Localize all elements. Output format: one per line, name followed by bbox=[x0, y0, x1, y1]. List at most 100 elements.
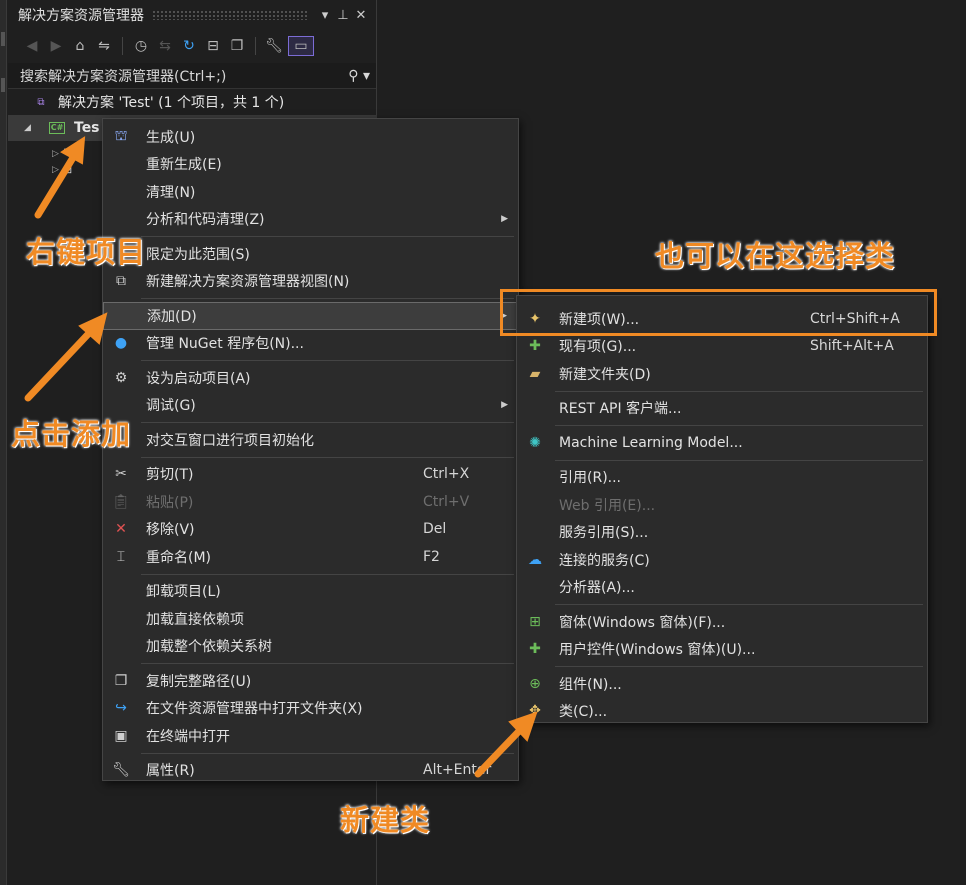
search-input[interactable]: 搜索解决方案资源管理器(Ctrl+;) bbox=[20, 66, 348, 86]
menu-item-rebuild[interactable]: 重新生成(E) bbox=[103, 151, 518, 179]
component-icon: ⊕ bbox=[529, 675, 541, 692]
existing-item-icon: ✚ bbox=[529, 338, 541, 355]
preview-selected-icon[interactable]: ▭ bbox=[288, 36, 314, 56]
submenu-item-web-reference[interactable]: Web 引用(E)... bbox=[517, 491, 927, 519]
collapsed-arrow-icon[interactable]: ▷ bbox=[52, 165, 59, 175]
drag-handle[interactable] bbox=[152, 10, 308, 20]
gear-icon: ⚙ bbox=[114, 369, 128, 386]
menu-item-cut[interactable]: ✂ 剪切(T) Ctrl+X bbox=[103, 461, 518, 489]
submenu-item-existing-item[interactable]: ✚ 现有项(G)... Shift+Alt+A bbox=[517, 333, 927, 361]
submenu-item-new-folder[interactable]: ▰ 新建文件夹(D) bbox=[517, 360, 927, 388]
menu-item-analyze[interactable]: 分析和代码清理(Z) ▶ bbox=[103, 206, 518, 234]
menu-separator bbox=[141, 422, 514, 423]
menu-item-load-dep-tree[interactable]: 加载整个依赖关系树 bbox=[103, 633, 518, 661]
submenu-item-rest-api[interactable]: REST API 客户端... bbox=[517, 395, 927, 423]
menu-item-build[interactable]: ⛫ 生成(U) bbox=[103, 123, 518, 151]
wrench-icon: 🔧︎ bbox=[61, 148, 75, 160]
user-control-icon: ✚ bbox=[529, 641, 541, 658]
paste-icon: 📋︎ bbox=[112, 493, 130, 510]
back-icon[interactable]: ◀ bbox=[22, 36, 42, 56]
forward-icon[interactable]: ▶ bbox=[46, 36, 66, 56]
menu-separator bbox=[141, 752, 514, 754]
annotation-right-click-project: 右键项目 bbox=[26, 235, 147, 269]
solution-icon: ⧉ bbox=[37, 96, 45, 108]
annotation-click-add: 点击添加 bbox=[11, 417, 132, 451]
close-icon[interactable]: ✕ bbox=[352, 8, 370, 23]
menu-item-copy-path[interactable]: ❐ 复制完整路径(U) bbox=[103, 667, 518, 695]
menu-item-open-in-explorer[interactable]: ↪ 在文件资源管理器中打开文件夹(X) bbox=[103, 695, 518, 723]
window-dropdown-icon[interactable]: ▾ bbox=[316, 8, 334, 23]
sync-icon[interactable]: ⇆ bbox=[155, 36, 175, 56]
ml-model-icon: ✺ bbox=[529, 434, 541, 451]
menu-separator bbox=[141, 298, 514, 299]
submenu-item-analyzer[interactable]: 分析器(A)... bbox=[517, 574, 927, 602]
submenu-item-windows-form[interactable]: ⊞ 窗体(Windows 窗体)(F)... bbox=[517, 608, 927, 636]
scissors-icon: ✂ bbox=[115, 466, 127, 483]
menu-separator bbox=[141, 360, 514, 361]
panel-titlebar: 解决方案资源管理器 ▾ ⊥ ✕ bbox=[8, 0, 376, 30]
menu-item-clean[interactable]: 清理(N) bbox=[103, 178, 518, 206]
remove-x-icon: ✕ bbox=[115, 521, 127, 538]
dependencies-icon: ⊞ bbox=[63, 164, 73, 176]
refresh-icon[interactable]: ↻ bbox=[179, 36, 199, 56]
menu-item-properties[interactable]: 🔧︎ 属性(R) Alt+Enter bbox=[103, 757, 518, 785]
new-view-icon: ⧉ bbox=[116, 273, 126, 290]
pending-changes-filter-icon[interactable]: ◷ bbox=[131, 36, 151, 56]
search-box[interactable]: 搜索解决方案资源管理器(Ctrl+;) ⚲ ▾ bbox=[8, 63, 376, 89]
pin-icon[interactable]: ⊥ bbox=[334, 8, 352, 23]
collapsed-arrow-icon[interactable]: ▷ bbox=[52, 149, 59, 159]
menu-item-manage-nuget[interactable]: ● 管理 NuGet 程序包(N)... bbox=[103, 330, 518, 358]
solution-label: 解决方案 'Test' (1 个项目，共 1 个) bbox=[58, 95, 285, 111]
add-submenu: ✦ 新建项(W)... Ctrl+Shift+A ✚ 现有项(G)... Shift+A… bbox=[516, 295, 928, 723]
submenu-item-reference[interactable]: 引用(R)... bbox=[517, 464, 927, 492]
submenu-item-component[interactable]: ⊕ 组件(N)... bbox=[517, 670, 927, 698]
menu-item-new-view[interactable]: ⧉ 新建解决方案资源管理器视图(N) bbox=[103, 268, 518, 296]
menu-separator bbox=[555, 604, 923, 605]
submenu-item-user-control[interactable]: ✚ 用户控件(Windows 窗体)(U)... bbox=[517, 636, 927, 664]
new-item-highlight-box bbox=[500, 289, 937, 336]
submenu-item-connected-services[interactable]: ☁ 连接的服务(C) bbox=[517, 546, 927, 574]
menu-separator bbox=[141, 663, 514, 664]
panel-title: 解决方案资源管理器 bbox=[18, 8, 144, 24]
menu-separator bbox=[555, 390, 923, 392]
terminal-icon: ▣ bbox=[114, 727, 128, 744]
menu-item-set-startup[interactable]: ⚙ 设为启动项目(A) bbox=[103, 364, 518, 392]
strip-tab[interactable] bbox=[1, 32, 5, 46]
submenu-item-class[interactable]: ✥ 类(C)... bbox=[517, 698, 927, 726]
submenu-item-service-reference[interactable]: 服务引用(S)... bbox=[517, 519, 927, 547]
expand-arrow-icon[interactable]: ◢ bbox=[24, 123, 38, 133]
menu-item-paste[interactable]: 📋︎ 粘贴(P) Ctrl+V bbox=[103, 488, 518, 516]
search-icon[interactable]: ⚲ ▾ bbox=[348, 68, 370, 84]
cloud-upload-icon: ☁ bbox=[528, 551, 542, 568]
menu-item-debug[interactable]: 调试(G) ▶ bbox=[103, 392, 518, 420]
annotation-select-class-here: 也可以在这选择类 bbox=[655, 239, 896, 273]
switch-views-icon[interactable]: ⇋ bbox=[94, 36, 114, 56]
menu-item-init-interactive[interactable]: 对交互窗口进行项目初始化 bbox=[103, 426, 518, 454]
home-icon[interactable]: ⌂ bbox=[70, 36, 90, 56]
toolbar-separator bbox=[255, 37, 256, 55]
properties-wrench-icon[interactable]: 🔧︎ bbox=[264, 36, 284, 56]
project-label: Tes bbox=[74, 120, 100, 136]
show-all-files-icon[interactable]: ❐ bbox=[227, 36, 247, 56]
menu-item-remove[interactable]: ✕ 移除(V) Del bbox=[103, 516, 518, 544]
menu-separator bbox=[555, 459, 923, 461]
tree-solution-node[interactable]: ⧉ 解决方案 'Test' (1 个项目，共 1 个) bbox=[8, 89, 376, 115]
menu-item-scope-to-this[interactable]: 限定为此范围(S) bbox=[103, 240, 518, 268]
collapse-all-icon[interactable]: ⊟ bbox=[203, 36, 223, 56]
menu-item-load-direct-deps[interactable]: 加载直接依赖项 bbox=[103, 605, 518, 633]
menu-separator bbox=[555, 425, 923, 426]
annotation-new-class: 新建类 bbox=[340, 803, 431, 837]
submenu-arrow-icon: ▶ bbox=[501, 400, 508, 411]
menu-item-unload-project[interactable]: 卸载项目(L) bbox=[103, 578, 518, 606]
wrench-icon: 🔧︎ bbox=[112, 762, 130, 779]
new-folder-icon: ▰ bbox=[529, 365, 541, 382]
build-icon: ⛫ bbox=[114, 127, 128, 144]
menu-item-add[interactable]: 添加(D) ▶ bbox=[103, 302, 518, 330]
menu-separator bbox=[141, 573, 514, 575]
strip-tab[interactable] bbox=[1, 78, 5, 92]
menu-separator bbox=[141, 236, 514, 237]
menu-item-rename[interactable]: ⌶ 重命名(M) F2 bbox=[103, 543, 518, 571]
submenu-item-ml-model[interactable]: ✺ Machine Learning Model... bbox=[517, 429, 927, 457]
menu-item-open-terminal[interactable]: ▣ 在终端中打开 bbox=[103, 722, 518, 750]
project-context-menu: ⛫ 生成(U) 重新生成(E) 清理(N) 分析和代码清理(Z) ▶ 限定为此范围(… bbox=[102, 118, 519, 781]
